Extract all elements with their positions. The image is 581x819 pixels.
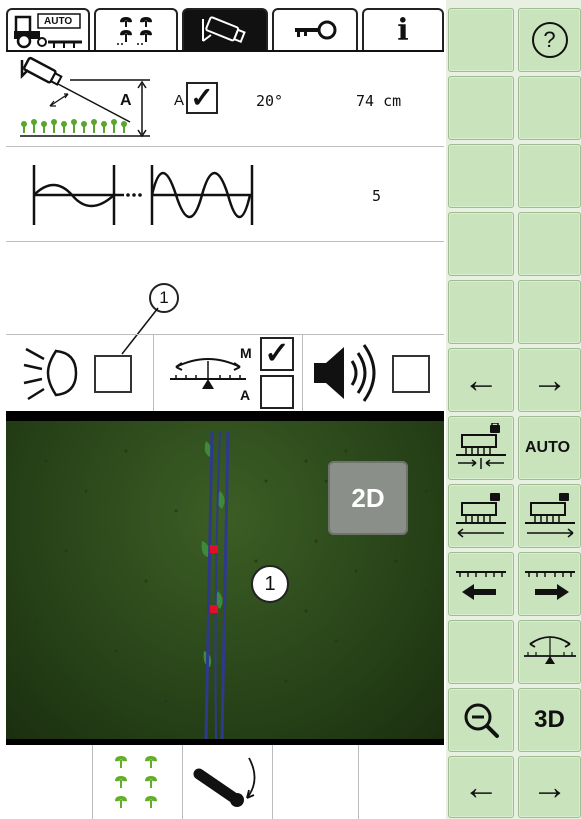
speaker-icon — [314, 344, 376, 402]
divider — [302, 335, 303, 411]
arrow-left-icon: ← — [463, 359, 499, 400]
tab-camera[interactable] — [182, 8, 268, 50]
help-button[interactable]: ? — [518, 8, 581, 72]
tab-crop-rows[interactable] — [94, 8, 178, 50]
bottom-arrow-left-button[interactable]: ← — [448, 756, 514, 818]
shift-left-lock-button[interactable] — [448, 484, 514, 548]
scale-right-arrow-icon — [524, 571, 575, 600]
zoom-out-icon — [464, 703, 499, 738]
centre-lock-button[interactable] — [448, 416, 514, 480]
softkey-empty-6[interactable] — [448, 212, 514, 276]
options-row: M ✓ A — [6, 335, 444, 411]
softkey-empty-4[interactable] — [448, 144, 514, 208]
pivot-button[interactable] — [183, 745, 271, 819]
bottom-arrow-right-button[interactable]: → — [518, 756, 581, 818]
help-icon: ? — [531, 22, 568, 58]
softkey-empty-5[interactable] — [518, 144, 581, 208]
move-right-button[interactable] — [518, 552, 581, 616]
auto-mode-checkbox[interactable] — [260, 375, 294, 409]
key-icon — [295, 20, 337, 40]
row-marker — [210, 545, 218, 553]
auto-height-checkbox[interactable]: ✓ — [186, 82, 218, 114]
crop-rows-icon — [117, 17, 152, 45]
view-mode-2d-label: 2D — [351, 482, 385, 513]
implement-shift-right-icon — [524, 493, 575, 538]
auto-checkbox-label: A — [174, 92, 185, 109]
auto-mode-label: A — [240, 387, 251, 403]
row-marker — [210, 605, 218, 613]
tab-key[interactable] — [272, 8, 358, 50]
manual-mode-label: M — [240, 345, 252, 361]
camera-icon — [202, 16, 246, 44]
softkey-empty-7[interactable] — [518, 212, 581, 276]
camera-angle-value: 20° — [256, 92, 284, 110]
manual-mode-checkbox[interactable]: ✓ — [260, 337, 294, 371]
arrow-right-button[interactable]: → — [518, 348, 581, 412]
divider — [153, 335, 154, 411]
softkey-empty-2[interactable] — [448, 76, 514, 140]
sensitivity-value: 5 — [372, 187, 382, 205]
info-icon: i — [397, 12, 409, 48]
arrow-right-icon: → — [531, 766, 568, 807]
empty-settings-area — [6, 242, 444, 334]
view-3d-label: 3D — [534, 706, 565, 733]
softkey-panel: ? ← → AUTO 3D ← → — [446, 0, 581, 819]
camera-view[interactable]: 2D 1 — [6, 411, 444, 745]
auto-label: AUTO — [525, 439, 571, 456]
work-light-icon — [23, 347, 78, 401]
camera-settings-row: A A ✓ 20° 74 cm — [6, 52, 444, 146]
implement-center-lock-icon — [456, 423, 506, 469]
bottom-toolbar — [6, 745, 444, 819]
tab-bar: AUTO i — [6, 8, 444, 50]
work-light-checkbox[interactable] — [94, 355, 132, 393]
crop-rows-green-icon — [115, 756, 157, 808]
tab-auto-steering[interactable]: AUTO — [6, 8, 90, 50]
camera-image: 2D 1 — [6, 421, 444, 739]
zoom-out-button[interactable] — [448, 688, 514, 752]
scale-left-arrow-icon — [456, 571, 506, 600]
softkey-empty-9[interactable] — [518, 280, 581, 344]
pendulum-scale-icon — [523, 636, 576, 664]
move-left-button[interactable] — [448, 552, 514, 616]
softkey-empty-10[interactable] — [448, 620, 514, 684]
arrow-right-icon: → — [531, 359, 568, 400]
checkmark-icon: ✓ — [190, 82, 214, 113]
arrow-left-icon: ← — [463, 766, 499, 807]
softkey-empty-8[interactable] — [448, 280, 514, 344]
tab-auto-label: AUTO — [44, 16, 73, 27]
camera-height-value: 74 cm — [356, 92, 402, 110]
sound-checkbox[interactable] — [392, 355, 430, 393]
divider — [358, 745, 359, 819]
softkey-empty-1[interactable] — [448, 8, 514, 72]
softkey-empty-3[interactable] — [518, 76, 581, 140]
crop-rows-button[interactable] — [93, 745, 181, 819]
tab-info[interactable]: i — [362, 8, 444, 50]
auto-button[interactable]: AUTO — [518, 416, 581, 480]
sensitivity-row[interactable]: 5 — [6, 147, 444, 241]
implement-shift-left-icon — [456, 493, 506, 538]
pivot-arm-icon — [193, 757, 256, 807]
divider — [272, 745, 273, 819]
checkmark-icon: ✓ — [264, 337, 290, 370]
shift-right-lock-button[interactable] — [518, 484, 581, 548]
view-3d-button[interactable]: 3D — [518, 688, 581, 752]
camera-height-diagram-icon — [20, 56, 150, 138]
arrow-left-button[interactable]: ← — [448, 348, 514, 412]
pendulum-button[interactable] — [518, 620, 581, 684]
height-diagram-label: A — [120, 92, 132, 109]
camera-callout-marker: 1 — [251, 565, 289, 603]
pendulum-scale-icon — [170, 358, 246, 389]
view-mode-2d-button[interactable]: 2D — [328, 461, 408, 535]
sensitivity-wave-icon — [32, 165, 254, 225]
